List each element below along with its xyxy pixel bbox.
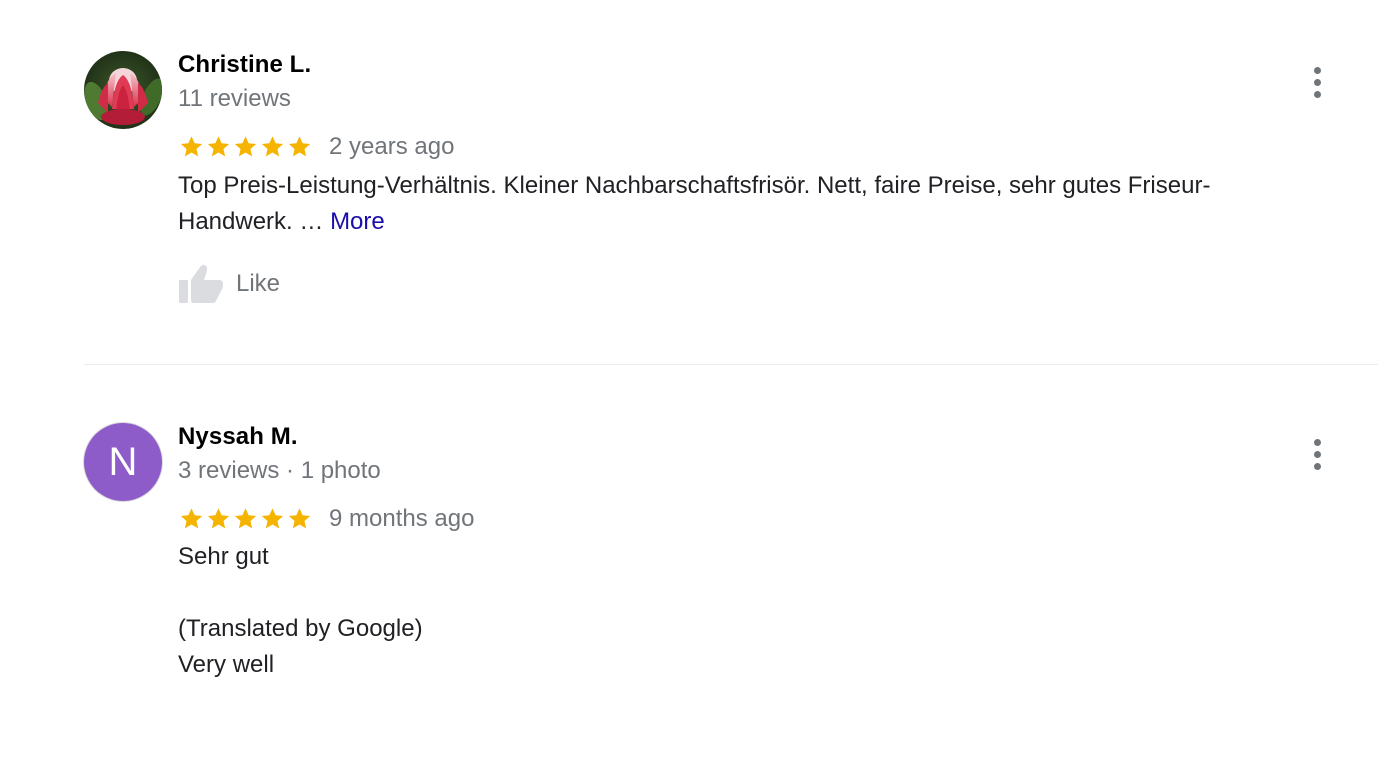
review-text-content: Sehr gut	[178, 543, 269, 570]
star-icon	[232, 506, 259, 532]
star-icon	[232, 134, 259, 160]
review-divider	[84, 364, 1378, 365]
protea-flower-photo	[84, 51, 162, 129]
star-rating	[178, 133, 313, 161]
review-time: 2 years ago	[329, 133, 455, 160]
star-icon	[178, 134, 205, 160]
translated-label: (Translated by Google)	[178, 615, 423, 642]
reviewer-name[interactable]: Christine L.	[178, 51, 311, 79]
star-rating	[178, 505, 313, 533]
menu-dot	[1313, 438, 1321, 446]
review-time: 9 months ago	[329, 505, 475, 532]
rating-row: 9 months ago	[178, 504, 474, 534]
reviewer-name[interactable]: Nyssah M.	[178, 423, 298, 451]
star-icon	[259, 506, 286, 532]
reviewer-meta[interactable]: 3 reviews · 1 photo	[178, 457, 381, 485]
star-icon	[286, 134, 313, 160]
reviewer-meta[interactable]: 11 reviews	[178, 85, 291, 113]
more-vert-icon[interactable]	[1300, 62, 1334, 102]
menu-dot	[1313, 90, 1321, 98]
thumbs-up-icon	[179, 264, 223, 303]
like-label: Like	[236, 270, 281, 297]
menu-dot	[1313, 66, 1321, 74]
more-vert-icon[interactable]	[1300, 434, 1334, 474]
star-icon	[178, 506, 205, 532]
reviewer-avatar[interactable]	[84, 51, 162, 129]
translation-text: Very well	[178, 651, 275, 678]
menu-dot	[1313, 462, 1321, 470]
rating-row: 2 years ago	[178, 132, 454, 162]
star-icon	[205, 134, 232, 160]
menu-dot	[1313, 78, 1321, 86]
review-text: Sehr gut (Translated by Google) Very wel…	[178, 539, 1318, 683]
reviewer-avatar[interactable]: N	[84, 423, 162, 501]
star-icon	[205, 506, 232, 532]
like-button[interactable]: Like	[178, 262, 280, 306]
review-card: N Nyssah M. 3 reviews · 1 photo 9 months…	[0, 366, 1386, 763]
reviews-list: Christine L. 11 reviews 2 years ago Top …	[0, 0, 1386, 763]
review-card: Christine L. 11 reviews 2 years ago Top …	[0, 0, 1386, 365]
more-link[interactable]: More	[330, 208, 385, 235]
menu-dot	[1313, 450, 1321, 458]
star-icon	[259, 134, 286, 160]
star-icon	[286, 506, 313, 532]
review-text: Top Preis-Leistung-Verhältnis. Kleiner N…	[178, 168, 1318, 240]
